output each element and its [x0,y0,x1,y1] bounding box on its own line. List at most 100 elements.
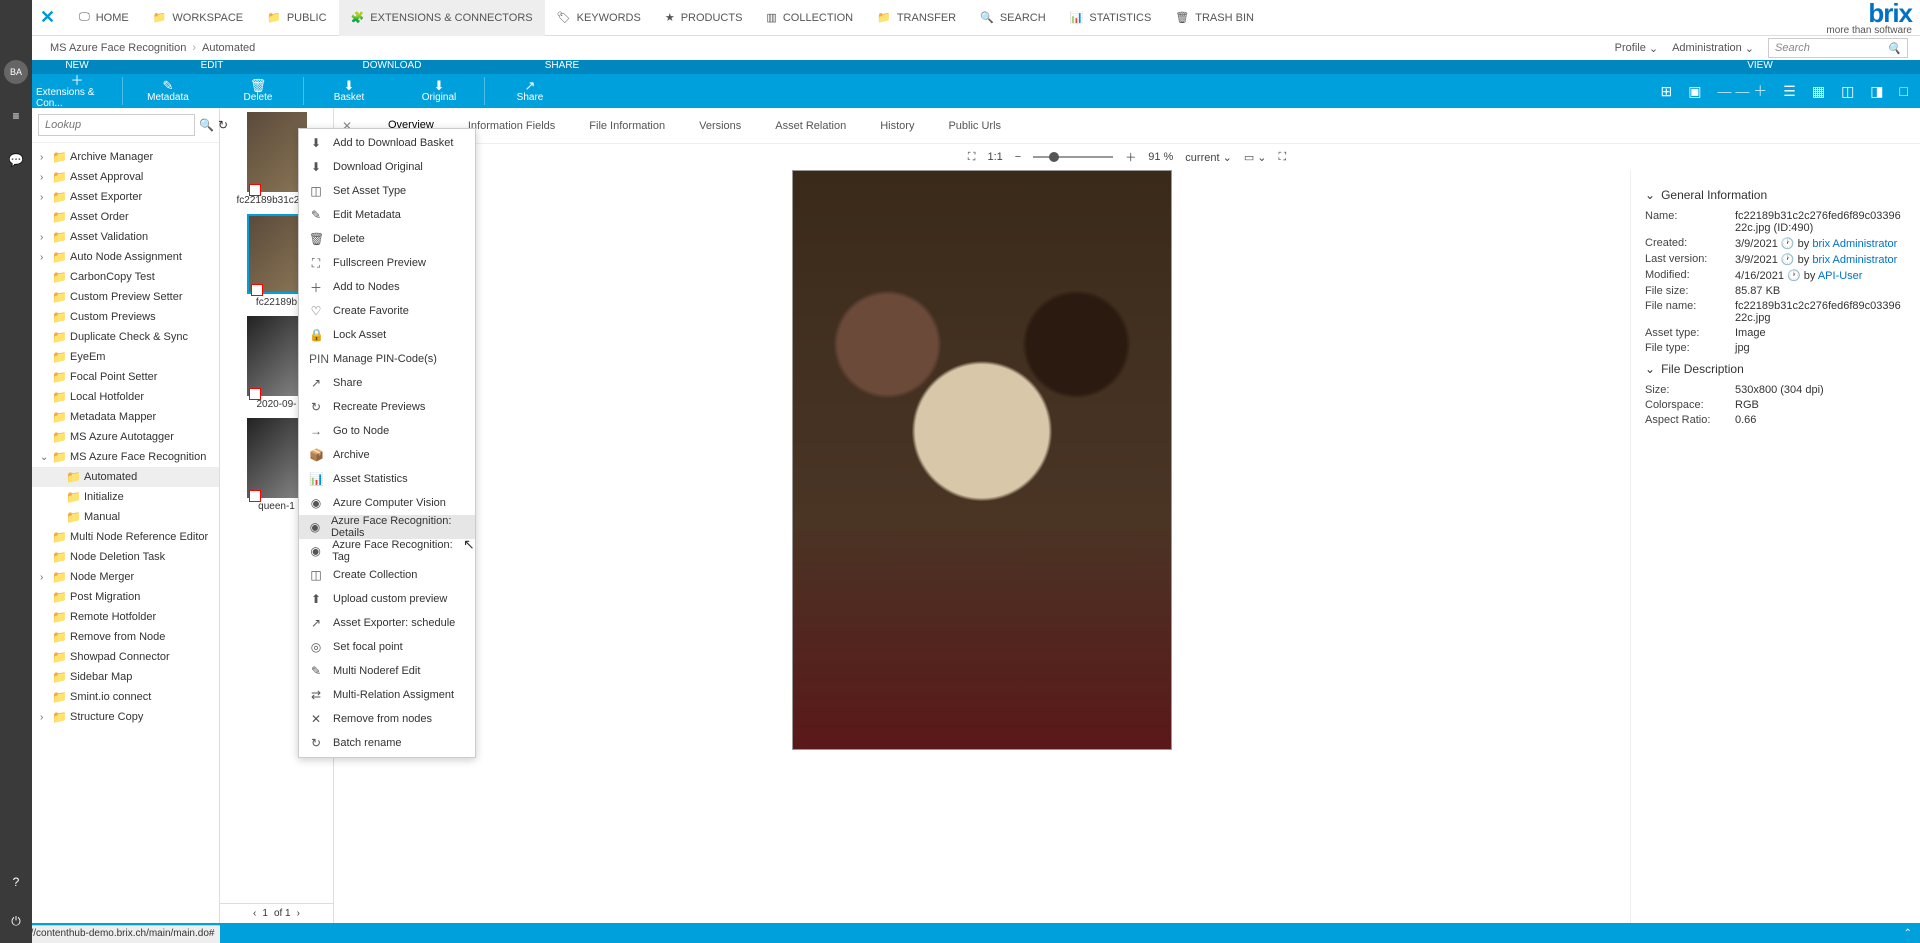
tree-item[interactable]: 📁Remote Hotfolder [32,607,219,627]
tree-item[interactable]: 📁Manual [32,507,219,527]
context-menu-item[interactable]: 🗑Delete [299,227,475,251]
tb-share[interactable]: ↗Share [485,74,575,108]
nav-trash[interactable]: 🗑TRASH BIN [1163,0,1266,36]
crumb-1[interactable]: MS Azure Face Recognition [44,42,192,54]
admin-dropdown[interactable]: Administration ⌄ [1672,42,1754,55]
context-menu-item[interactable]: ⬇Add to Download Basket [299,131,475,155]
tree-item[interactable]: 📁EyeEm [32,347,219,367]
view-panel2-icon[interactable]: □ [1900,83,1908,99]
view-split-icon[interactable]: ◫ [1841,83,1854,100]
context-menu-item[interactable]: ♡Create Favorite [299,299,475,323]
version-select[interactable]: current ⌄ [1185,151,1232,164]
zoom-out[interactable]: − [1015,151,1021,163]
tab-history[interactable]: History [864,108,930,144]
context-menu-item[interactable]: ⬆Upload custom preview [299,587,475,611]
tab-publicurls[interactable]: Public Urls [932,108,1017,144]
search-icon[interactable]: 🔍 [199,118,214,132]
tree-item[interactable]: 📁Sidebar Map [32,667,219,687]
tb-new[interactable]: ＋Extensions & Con... [32,74,122,108]
tree-item[interactable]: 📁Smint.io connect [32,687,219,707]
tree-item[interactable]: ›📁Asset Validation [32,227,219,247]
profile-dropdown[interactable]: Profile ⌄ [1615,42,1658,55]
view-panel-icon[interactable]: ◨ [1870,83,1883,100]
tree-item[interactable]: ›📁Structure Copy [32,707,219,727]
context-menu-item[interactable]: ✎Multi Noderef Edit [299,659,475,683]
nav-search[interactable]: 🔍SEARCH [968,0,1058,36]
context-menu-item[interactable]: 📦Archive [299,443,475,467]
tb-delete[interactable]: 🗑Delete [213,74,303,108]
context-menu-item[interactable]: PINManage PIN-Code(s) [299,347,475,371]
nav-products[interactable]: ★PRODUCTS [653,0,755,36]
tb-metadata[interactable]: ✎Metadata [123,74,213,108]
context-menu-item[interactable]: ◫Set Asset Type [299,179,475,203]
tree-item[interactable]: 📁Remove from Node [32,627,219,647]
context-menu-item[interactable]: ⬇Download Original [299,155,475,179]
oneone-button[interactable]: 1:1 [987,151,1002,163]
rail-layers-icon[interactable]: ≡ [4,104,28,128]
tree-item[interactable]: 📁Automated [32,467,219,487]
context-menu-item[interactable]: ↻Batch rename [299,731,475,755]
tree-item[interactable]: 📁Local Hotfolder [32,387,219,407]
section-general[interactable]: ⌄General Information [1645,188,1906,202]
context-menu-item[interactable]: ✎Edit Metadata [299,203,475,227]
link-user[interactable]: brix Administrator [1812,254,1897,266]
tab-assetrelation[interactable]: Asset Relation [759,108,862,144]
avatar[interactable]: BA [4,60,28,84]
crumb-2[interactable]: Automated [196,42,261,54]
tree-item[interactable]: 📁Duplicate Check & Sync [32,327,219,347]
nav-keywords[interactable]: 🏷KEYWORDS [545,0,653,36]
tree-item[interactable]: 📁MS Azure Autotagger [32,427,219,447]
lookup-input[interactable] [38,114,195,136]
rail-chat-icon[interactable]: 💬 [4,148,28,172]
context-menu-item[interactable]: 🔒Lock Asset [299,323,475,347]
tree-item[interactable]: 📁Custom Previews [32,307,219,327]
link-user[interactable]: brix Administrator [1812,238,1897,250]
search-input[interactable]: Search🔍 [1768,38,1908,58]
image-viewer[interactable] [334,170,1630,923]
nav-statistics[interactable]: 📊STATISTICS [1058,0,1164,36]
tab-versions[interactable]: Versions [683,108,757,144]
zoom-slider[interactable] [1033,156,1113,158]
view-filter-icon[interactable]: ▣ [1688,83,1701,100]
context-menu-item[interactable]: →Go to Node [299,419,475,443]
page-prev[interactable]: ‹ [253,908,256,919]
context-menu-item[interactable]: ◫Create Collection [299,563,475,587]
tb-basket[interactable]: ⬇Basket [304,74,394,108]
context-menu-item[interactable]: ◉Azure Face Recognition: Tag [299,539,475,563]
tree-item[interactable]: 📁Node Deletion Task [32,547,219,567]
context-menu-item[interactable]: ↗Asset Exporter: schedule [299,611,475,635]
context-menu-item[interactable]: ⛶Fullscreen Preview [299,251,475,275]
tree-item[interactable]: 📁CarbonCopy Test [32,267,219,287]
tree-item[interactable]: 📁Post Migration [32,587,219,607]
rail-power-icon[interactable]: ⏻ [4,909,28,933]
context-menu-item[interactable]: ⇄Multi-Relation Assigment [299,683,475,707]
context-menu-item[interactable]: ↻Recreate Previews [299,395,475,419]
tree-item[interactable]: ›📁Archive Manager [32,147,219,167]
fit-icon[interactable]: ⛶ [968,151,976,164]
nav-transfer[interactable]: 📁TRANSFER [865,0,968,36]
zoom-in[interactable]: ＋ [1125,149,1136,165]
view-tree-icon[interactable]: ⊞ [1661,83,1673,100]
tree-item[interactable]: ⌄📁MS Azure Face Recognition [32,447,219,467]
context-menu-item[interactable]: 📊Asset Statistics [299,467,475,491]
app-logo-icon[interactable]: ✕ [40,7,55,28]
format-select[interactable]: ▭ ⌄ [1244,151,1267,164]
tree-item[interactable]: ›📁Asset Approval [32,167,219,187]
nav-collection[interactable]: ▥COLLECTION [754,0,865,36]
rail-help-icon[interactable]: ? [4,870,28,894]
nav-home[interactable]: 🖵HOME [67,0,141,36]
fullscreen-icon[interactable]: ⛶ [1279,151,1287,164]
tree-item[interactable]: 📁Custom Preview Setter [32,287,219,307]
context-menu-item[interactable]: ✕Remove from nodes [299,707,475,731]
tree-item[interactable]: 📁Multi Node Reference Editor [32,527,219,547]
expand-icon[interactable]: ⌃ [1904,928,1912,939]
view-grid-icon[interactable]: ▦ [1812,83,1825,100]
nav-extensions[interactable]: 🧩EXTENSIONS & CONNECTORS [339,0,545,36]
tree-item[interactable]: 📁Showpad Connector [32,647,219,667]
view-list-icon[interactable]: ☰ [1783,83,1796,100]
section-filedesc[interactable]: ⌄File Description [1645,362,1906,376]
tab-fileinfo[interactable]: File Information [573,108,681,144]
context-menu-item[interactable]: ◉Azure Face Recognition: Details [299,515,475,539]
context-menu-item[interactable]: ＋Add to Nodes [299,275,475,299]
nav-public[interactable]: 📁PUBLIC [255,0,338,36]
